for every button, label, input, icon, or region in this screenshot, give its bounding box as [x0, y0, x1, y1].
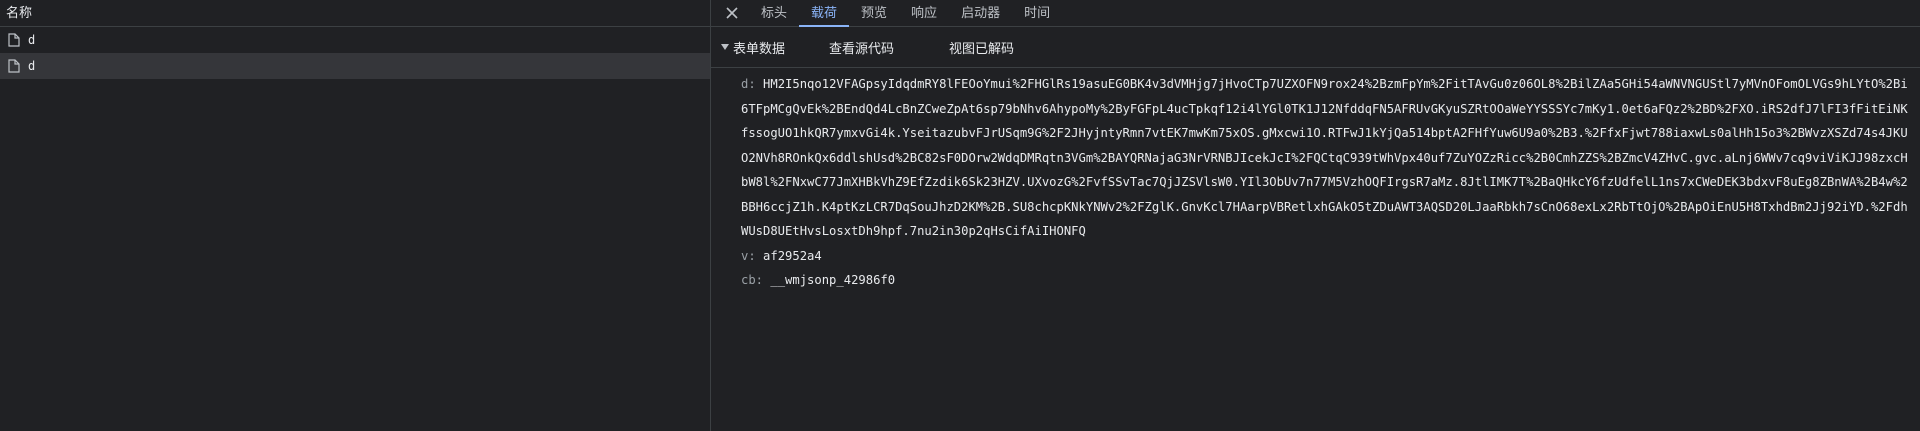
expand-triangle-icon[interactable]	[721, 44, 729, 50]
form-data-title[interactable]: 表单数据	[733, 38, 785, 57]
field-key: cb:	[741, 273, 764, 287]
request-name: d	[28, 33, 36, 47]
tab-initiator[interactable]: 启动器	[949, 0, 1012, 26]
file-icon	[8, 59, 20, 73]
view-source-link[interactable]: 查看源代码	[829, 38, 894, 57]
tab-response[interactable]: 响应	[899, 0, 949, 26]
details-panel: 标头 载荷 预览 响应 启动器 时间 表单数据 查看源代码 视图已解码 d: H…	[711, 0, 1920, 431]
request-row[interactable]: d	[0, 27, 710, 53]
form-field-v: v: af2952a4	[741, 244, 1910, 269]
tab-preview[interactable]: 预览	[849, 0, 899, 26]
field-value: af2952a4	[763, 248, 822, 263]
request-row-selected[interactable]: d	[0, 53, 710, 79]
field-key: d:	[741, 77, 756, 91]
field-value: __wmjsonp_42986f0	[770, 273, 896, 287]
form-field-d: d: HM2I5nqo12VFAGpsyIdqdmRY8lFEOoYmui%2F…	[741, 72, 1910, 244]
tab-payload[interactable]: 载荷	[799, 0, 850, 27]
view-decoded-link[interactable]: 视图已解码	[949, 38, 1014, 57]
close-icon[interactable]	[721, 2, 743, 24]
details-tabs: 标头 载荷 预览 响应 启动器 时间	[711, 0, 1920, 27]
tab-timing[interactable]: 时间	[1012, 0, 1062, 26]
name-column-header[interactable]: 名称	[0, 0, 710, 27]
requests-panel: 名称 d d	[0, 0, 710, 431]
form-data-header: 表单数据 查看源代码 视图已解码	[711, 27, 1920, 68]
field-key: v:	[741, 248, 756, 263]
file-icon	[8, 33, 20, 47]
form-field-cb: cb: __wmjsonp_42986f0	[741, 268, 1910, 293]
devtools-network: 名称 d d 标头 载荷 预览 响应 启动器 时间 表单数据 查看源代码 视图已…	[0, 0, 1920, 431]
field-value: HM2I5nqo12VFAGpsyIdqdmRY8lFEOoYmui%2FHGl…	[741, 77, 1908, 238]
tab-headers[interactable]: 标头	[749, 0, 799, 26]
form-data-list: d: HM2I5nqo12VFAGpsyIdqdmRY8lFEOoYmui%2F…	[711, 72, 1920, 293]
request-name: d	[28, 59, 36, 73]
